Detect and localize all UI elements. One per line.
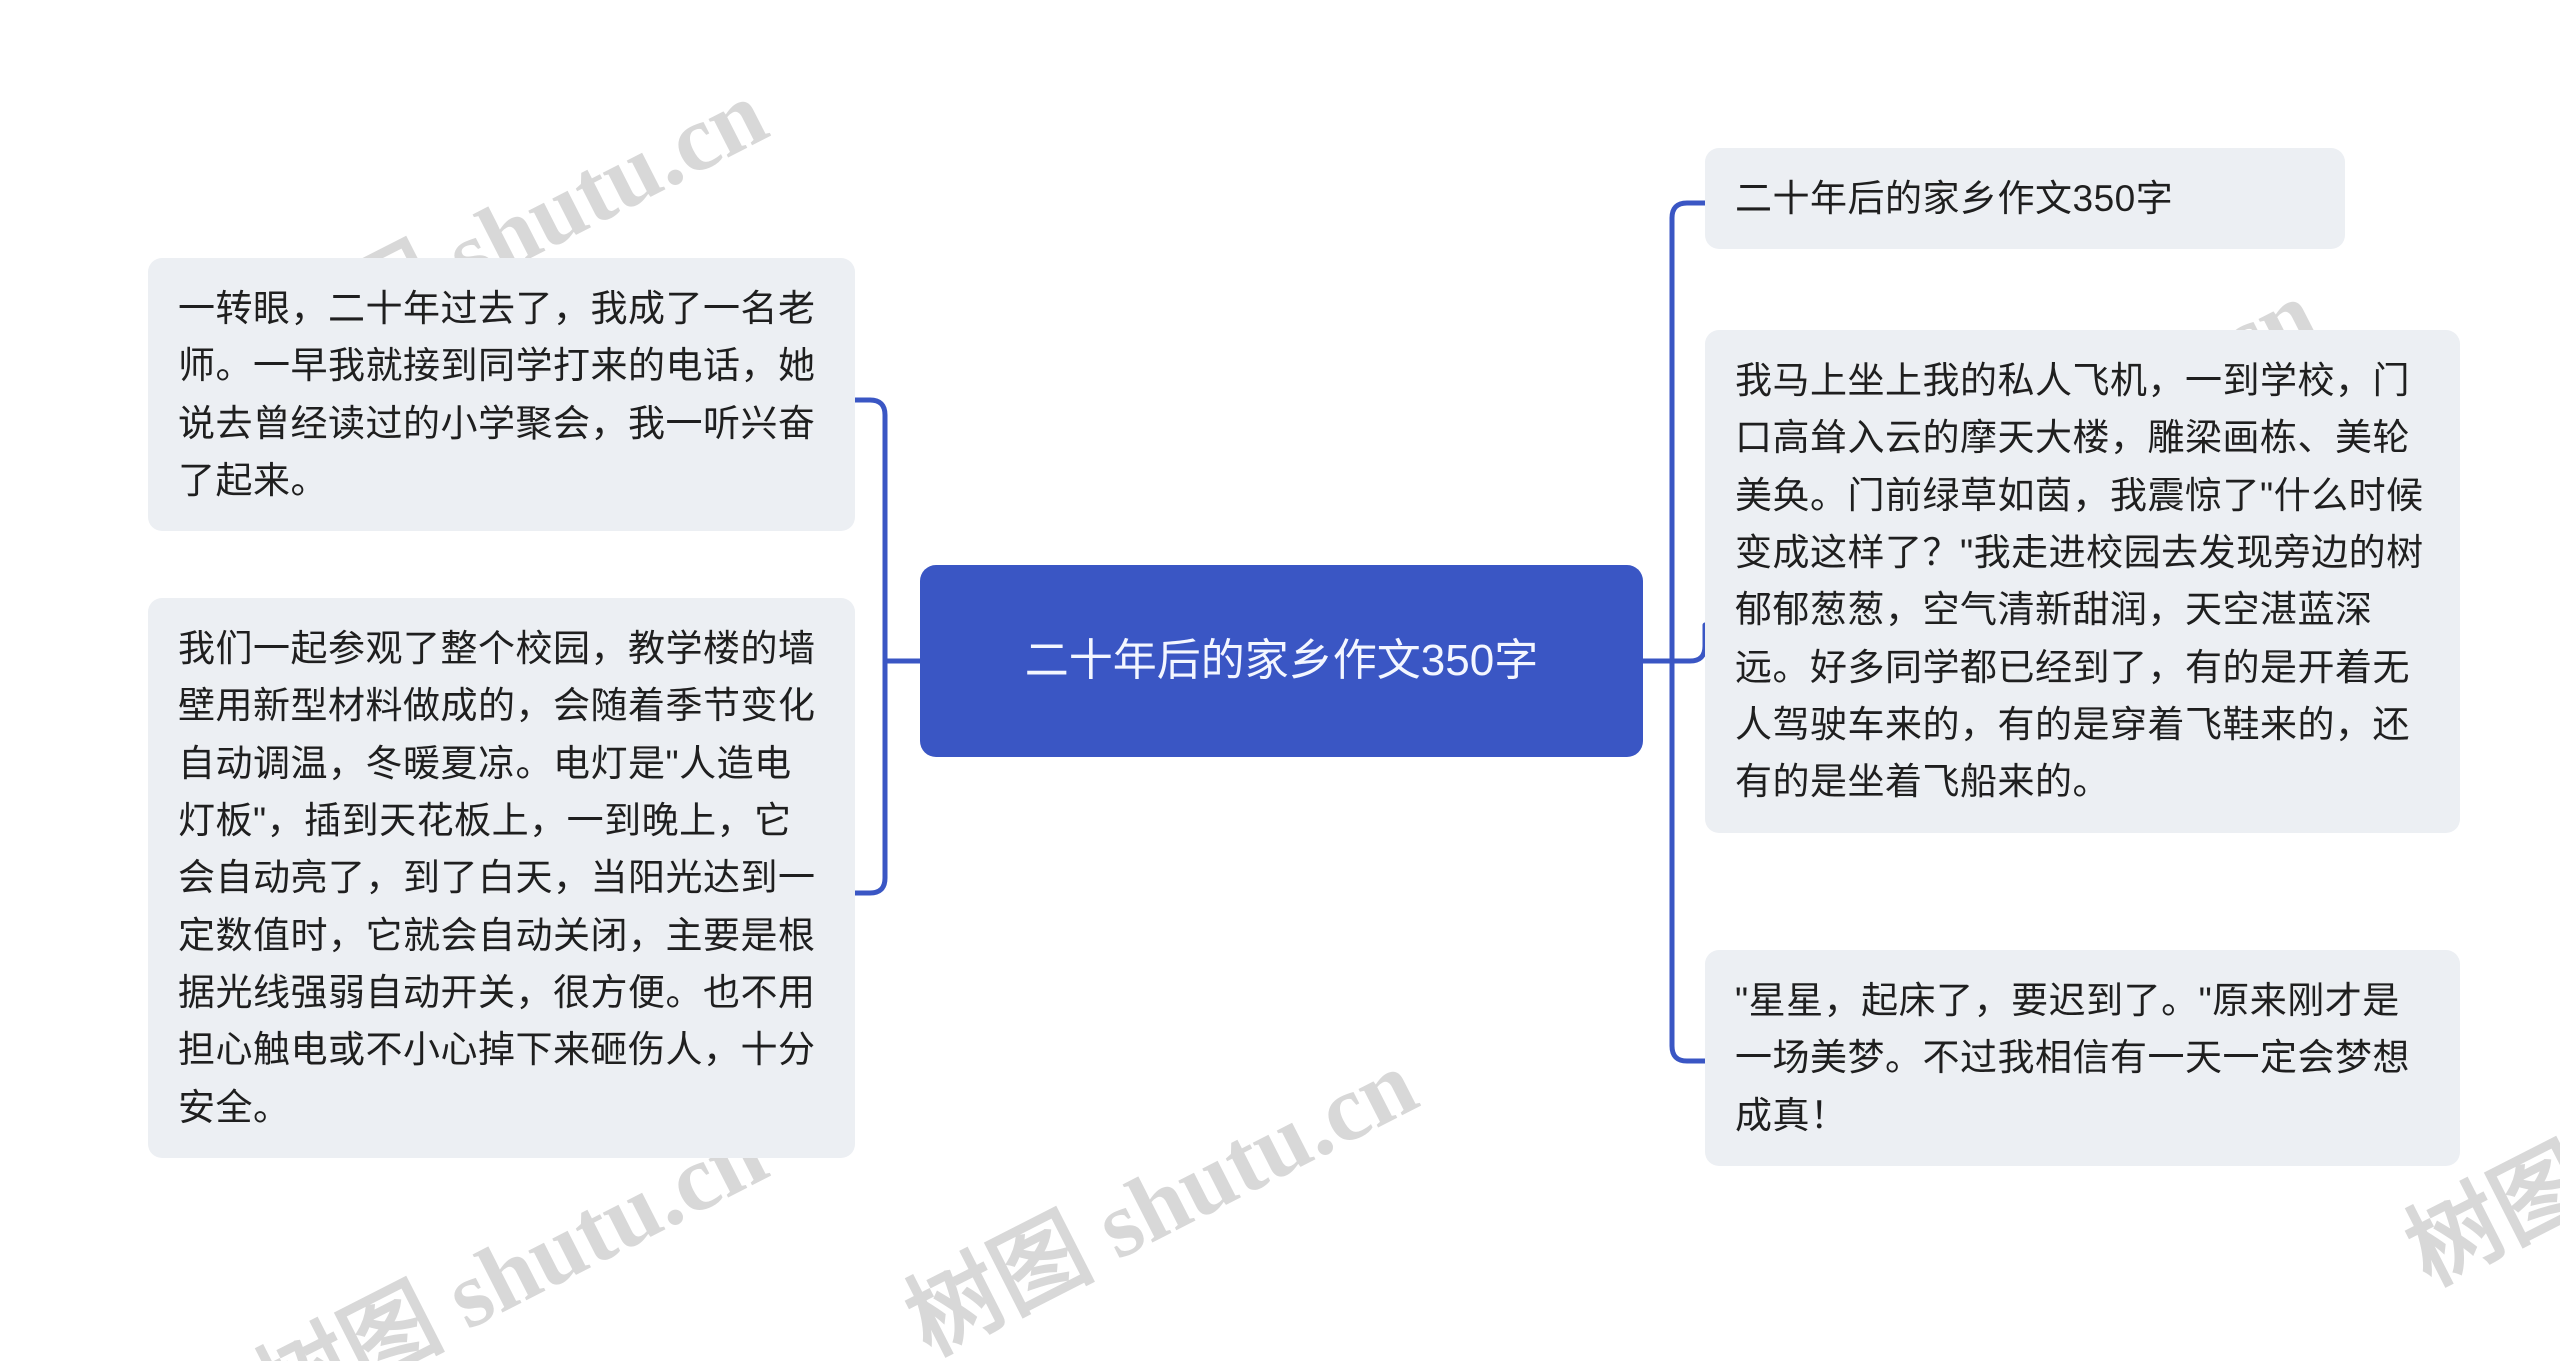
mindmap-canvas: 树图 shutu.cn 树图 shutu.cn 树图 shutu.cn 树图 s…	[0, 0, 2560, 1361]
connector-right-bottom	[1669, 658, 1708, 1064]
mindmap-node-left-1[interactable]: 一转眼，二十年过去了，我成了一名老师。一早我就接到同学打来的电话，她说去曾经读过…	[148, 258, 855, 532]
watermark-text: 树图 shutu.cn	[891, 1030, 1432, 1361]
mindmap-node-left-2[interactable]: 我们一起参观了整个校园，教学楼的墙壁用新型材料做成的，会随着季节变化自动调温，冬…	[148, 598, 855, 1159]
node-label: 我们一起参观了整个校园，教学楼的墙壁用新型材料做成的，会随着季节变化自动调温，冬…	[178, 628, 816, 1128]
node-label: 一转眼，二十年过去了，我成了一名老师。一早我就接到同学打来的电话，她说去曾经读过…	[178, 288, 816, 502]
connector-right-top	[1669, 200, 1708, 664]
node-label: 我马上坐上我的私人飞机，一到学校，门口高耸入云的摩天大楼，雕梁画栋、美轮美奂。门…	[1735, 360, 2424, 803]
mindmap-root-node[interactable]: 二十年后的家乡作文350字	[920, 565, 1643, 757]
node-label: "星星，起床了，要迟到了。"原来刚才是一场美梦。不过我相信有一天一定会梦想成真！	[1735, 980, 2410, 1136]
connector-left-top	[852, 397, 888, 664]
connector-left-bottom	[852, 658, 888, 896]
node-label: 二十年后的家乡作文350字	[1735, 178, 2174, 219]
root-node-label: 二十年后的家乡作文350字	[1024, 636, 1539, 686]
mindmap-node-right-2[interactable]: 我马上坐上我的私人飞机，一到学校，门口高耸入云的摩天大楼，雕梁画栋、美轮美奂。门…	[1705, 330, 2460, 833]
connector-right-middle	[1669, 622, 1708, 664]
mindmap-node-right-3[interactable]: "星星，起床了，要迟到了。"原来刚才是一场美梦。不过我相信有一天一定会梦想成真！	[1705, 950, 2460, 1167]
mindmap-node-right-1[interactable]: 二十年后的家乡作文350字	[1705, 148, 2345, 250]
